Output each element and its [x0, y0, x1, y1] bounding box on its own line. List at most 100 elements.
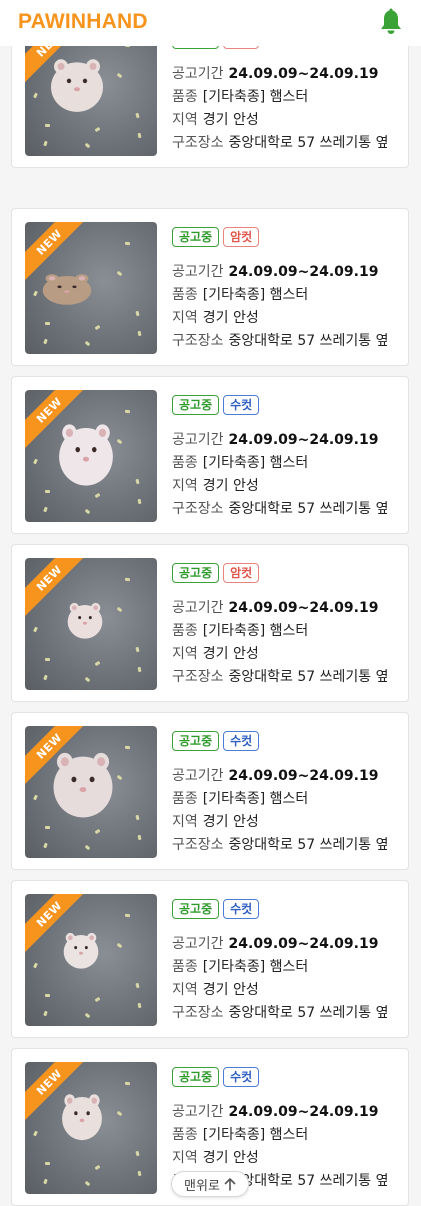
seed-crumb [135, 982, 140, 989]
breed-value: [기타축종] 햄스터 [202, 959, 309, 975]
pet-photo[interactable]: NEW [25, 1062, 157, 1194]
region-row: 지역 경기 안성 [172, 307, 392, 327]
rescue-location-row: 구조장소중앙대학로 57 쓰레기통 옆 [172, 498, 392, 518]
sex-badge: 수컷 [223, 395, 260, 415]
seed-crumb [116, 606, 123, 613]
notice-period-value: 24.09.09~24.09.19 [228, 1104, 379, 1120]
rescue-location-value: 중앙대학로 57 쓰레기통 옆 [228, 501, 389, 517]
status-badge: 공고중 [172, 731, 220, 751]
rescue-location-label: 구조장소 [172, 837, 224, 853]
badge-group: 공고중 암컷 [172, 227, 260, 247]
pet-card[interactable]: NEW 공고중 수컷 공고기간 24.09.09~24.09.19 품종 [기타축종… [11, 712, 409, 870]
seed-crumb [43, 506, 48, 513]
pet-card[interactable]: NEW 공고중 암컷 공고기간24.09.09~24.09.19 품종[기타축종… [11, 208, 409, 366]
seed-crumb [84, 676, 91, 683]
sex-badge: 암컷 [223, 227, 260, 247]
hamster-image [63, 932, 99, 969]
rescue-location-label: 구조장소 [172, 1005, 224, 1021]
seed-crumb [135, 646, 140, 653]
pet-photo[interactable]: NEW [25, 894, 157, 1026]
seed-crumb [45, 322, 50, 325]
seed-crumb [116, 270, 123, 277]
region-row: 지역 경기 안성 [172, 109, 392, 129]
seed-crumb [137, 498, 142, 505]
breed-value: [기타축종] 햄스터 [202, 1127, 309, 1143]
rescue-location-row: 구조장소중앙대학로 57 쓰레기통 옆 [172, 1002, 392, 1022]
sex-badge: 수컷 [223, 899, 260, 919]
region-value: 경기 안성 [202, 814, 259, 830]
seed-crumb [45, 826, 50, 829]
status-badge: 공고중 [172, 899, 220, 919]
seed-crumb [33, 794, 38, 801]
seed-crumb [94, 324, 101, 331]
pet-card[interactable]: NEW 공고중 수컷 공고기간 24.09.09~24.09.19 품종 [기타축종… [11, 880, 409, 1038]
notice-period-value: 24.09.09~24.09.19 [228, 264, 379, 280]
badge-group: 공고중 수컷 [172, 731, 260, 751]
pet-photo[interactable]: NEW [25, 558, 157, 690]
arrow-up-icon [224, 1177, 236, 1191]
app-logo[interactable]: PAWINHAND [18, 10, 148, 34]
seed-crumb [124, 745, 131, 750]
seed-crumb [137, 834, 142, 841]
scroll-to-top-button[interactable]: 맨위로 [171, 1171, 249, 1197]
seed-crumb [45, 1162, 50, 1165]
notice-period-row: 공고기간 24.09.09~24.09.19 [172, 63, 392, 83]
seed-crumb [45, 124, 50, 127]
notice-period-value: 24.09.09~24.09.19 [228, 936, 379, 952]
region-label: 지역 [172, 1150, 198, 1166]
badge-group: 공고중 수컷 [172, 1067, 260, 1087]
region-value: 경기 안성 [202, 646, 259, 662]
pet-photo[interactable]: NEW [25, 222, 157, 354]
notice-period-label: 공고기간 [172, 768, 224, 784]
pet-card[interactable]: NEW 공고중 수컷 공고기간 24.09.09~24.09.19 품종 [기타축종… [11, 376, 409, 534]
sex-badge: 수컷 [223, 1067, 260, 1087]
breed-row: 품종 [기타축종] 햄스터 [172, 452, 392, 472]
breed-label: 품종 [172, 959, 198, 975]
seed-crumb [33, 626, 38, 633]
seed-crumb [45, 994, 50, 997]
notice-period-label: 공고기간 [172, 936, 224, 952]
seed-crumb [84, 1012, 91, 1019]
seed-crumb [116, 1110, 123, 1117]
notice-period-label: 공고기간 [172, 66, 224, 82]
region-label: 지역 [172, 646, 198, 662]
seed-crumb [124, 409, 131, 414]
pet-photo[interactable]: NEW [25, 726, 157, 858]
seed-crumb [94, 660, 101, 667]
sex-badge: 암컷 [223, 563, 260, 583]
rescue-location-row: 구조장소중앙대학로 57 쓰레기통 옆 [172, 666, 392, 686]
breed-row: 품종 [기타축종] 햄스터 [172, 86, 392, 106]
seed-crumb [135, 478, 140, 485]
hamster-image [62, 1094, 102, 1141]
new-ribbon-label: NEW [33, 226, 65, 258]
app-header: PAWINHAND [0, 0, 421, 46]
notice-period-row: 공고기간 24.09.09~24.09.19 [172, 933, 392, 953]
seed-crumb [94, 1164, 101, 1171]
region-value: 경기 안성 [202, 982, 259, 998]
breed-value: [기타축종] 햄스터 [202, 623, 309, 639]
status-badge: 공고중 [172, 563, 220, 583]
notice-period-value: 24.09.09~24.09.19 [228, 66, 379, 82]
seed-crumb [94, 828, 101, 835]
bell-icon[interactable] [378, 8, 404, 36]
status-badge: 공고중 [172, 395, 220, 415]
seed-crumb [137, 666, 142, 673]
region-row: 지역 경기 안성 [172, 979, 392, 999]
pet-card[interactable]: NEW 공고중 암컷 공고기간24.09.09~24.09.19 품종[기타축종… [11, 544, 409, 702]
breed-label: 품종 [172, 1127, 198, 1143]
breed-value: [기타축종] 햄스터 [202, 791, 309, 807]
rescue-location-value: 중앙대학로 57 쓰레기통 옆 [228, 1173, 389, 1189]
seed-crumb [137, 1170, 142, 1177]
notice-period-row: 공고기간 24.09.09~24.09.19 [172, 429, 392, 449]
notice-period-row: 공고기간 24.09.09~24.09.19 [172, 765, 392, 785]
seed-crumb [94, 492, 101, 499]
seed-crumb [84, 340, 91, 347]
breed-row: 품종 [기타축종] 햄스터 [172, 620, 392, 640]
pet-photo[interactable]: NEW [25, 390, 157, 522]
seed-crumb [45, 490, 50, 493]
seed-crumb [33, 458, 38, 465]
breed-row: 품종 [기타축종] 햄스터 [172, 284, 392, 304]
seed-crumb [94, 996, 101, 1003]
region-value: 경기 안성 [202, 478, 259, 494]
badge-group: 공고중 암컷 [172, 563, 260, 583]
